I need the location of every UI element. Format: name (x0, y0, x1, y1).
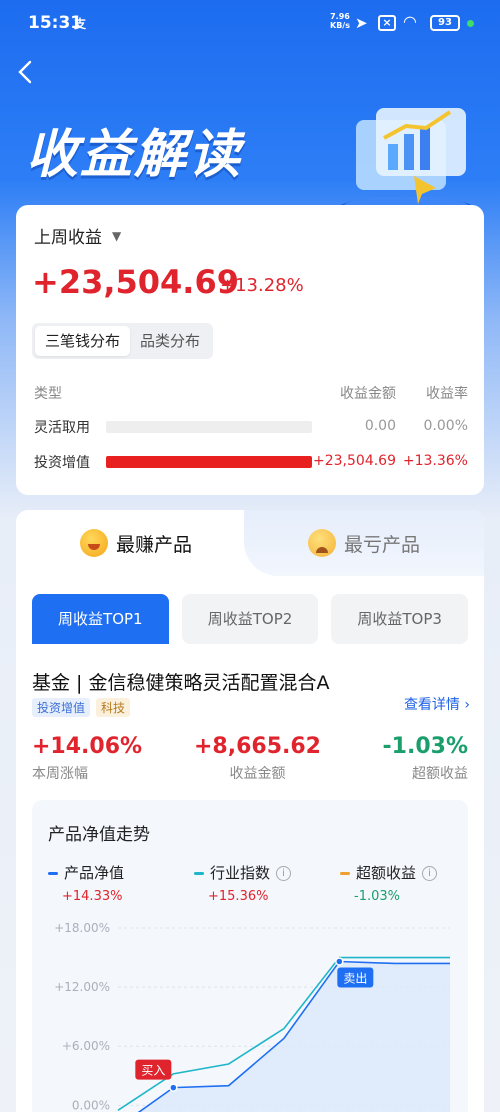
segment-three-funds[interactable]: 三笔钱分布 (35, 326, 131, 356)
earn-lose-tabs: 最赚产品 最亏产品 (16, 510, 484, 576)
info-icon[interactable]: i (422, 866, 438, 881)
view-details-label: 查看详情 (403, 697, 460, 713)
weekly-earnings-card: 上周收益 ▼ +23,504.69 +13.28% 三笔钱分布 品类分布 类型 … (16, 205, 484, 495)
row-amount: 0.00 (364, 418, 396, 434)
row-label: 投资增值 (34, 455, 90, 471)
sell-label: 卖出 (343, 972, 367, 986)
y-tick-label: +18.00% (54, 921, 110, 935)
row-bar (106, 421, 312, 433)
row-amount: +23,504.69 (313, 453, 396, 469)
net-speed: 7.96 KB/s (330, 12, 350, 30)
buy-point (169, 1083, 178, 1092)
legend-name: 产品净值 (64, 864, 125, 882)
y-tick-label: +12.00% (54, 980, 110, 994)
row-rate: 0.00% (423, 418, 468, 434)
legend-industry-index: 行业指数 i +15.36% (194, 862, 292, 904)
y-tick-label: 0.00% (72, 1098, 110, 1112)
stat-earnings-amount: +8,665.62 收益金额 (194, 734, 321, 783)
product-ranking-card: 最赚产品 最亏产品 周收益TOP1 周收益TOP2 周收益TOP3 基金 | 金… (16, 510, 484, 1112)
caret-down-icon: ▼ (112, 228, 122, 243)
legend-value: -1.03% (354, 889, 400, 904)
tab-top1[interactable]: 周收益TOP1 (32, 594, 169, 644)
alipay-status-icon: 支 (74, 17, 87, 31)
buy-label: 买入 (141, 1064, 165, 1078)
column-amount: 收益金额 (340, 386, 396, 402)
y-tick-label: +6.00% (62, 1039, 110, 1053)
info-icon[interactable]: i (276, 866, 292, 881)
legend-swatch (340, 872, 350, 875)
no-sim-icon: × (378, 15, 396, 31)
legend-name: 超额收益 (356, 864, 417, 882)
net-speed-unit: KB/s (330, 21, 350, 30)
tab-top-earning[interactable]: 最赚产品 (16, 510, 256, 576)
legend-product-nav: 产品净值 +14.33% (48, 862, 124, 904)
tag-investment: 投资增值 (32, 698, 91, 717)
back-button[interactable] (14, 58, 42, 86)
stat-weekly-gain: +14.06% 本周涨幅 (32, 734, 142, 783)
camera-indicator-dot (467, 20, 474, 27)
nav-trend-chart: +18.00% +12.00% +6.00% 0.00% 买入 卖出 (54, 921, 450, 1112)
happy-face-icon (79, 529, 108, 557)
total-earnings: +23,504.69 (32, 263, 239, 301)
table-row: 灵活取用 0.00 0.00% (34, 415, 468, 439)
chevron-left-icon (18, 60, 32, 84)
tab-top3[interactable]: 周收益TOP3 (331, 594, 469, 644)
legend-value: +15.36% (208, 889, 269, 904)
chevron-right-icon: › (464, 697, 470, 713)
row-bar-fill (106, 456, 312, 468)
net-speed-value: 7.96 (330, 12, 350, 21)
column-rate: 收益率 (426, 386, 468, 402)
rank-tabs: 周收益TOP1 周收益TOP2 周收益TOP3 (32, 594, 469, 644)
stat-value: +8,665.62 (194, 734, 321, 759)
tab-top-losing-label: 最亏产品 (343, 533, 420, 556)
area-fill (139, 961, 450, 1112)
row-bar (106, 456, 312, 468)
row-label: 灵活取用 (34, 420, 90, 436)
view-details-link[interactable]: 查看详情 › (404, 694, 470, 714)
distribution-segmented-control: 三笔钱分布 品类分布 (32, 323, 214, 359)
product-tags: 投资增值 科技 (32, 698, 131, 717)
legend-value: +14.33% (62, 889, 123, 904)
wifi-icon: ◠ (403, 12, 417, 31)
stat-label: 本周涨幅 (32, 766, 88, 782)
stat-label: 收益金额 (229, 766, 286, 782)
nav-trend-panel: 产品净值走势 产品净值 +14.33% 行业指数 i +15.36% 超额收益 i … (32, 800, 468, 1112)
table-row: 投资增值 +23,504.69 +13.36% (34, 450, 468, 474)
page-title: 收益解读 (26, 125, 243, 185)
battery-icon: 93 (430, 15, 460, 31)
tag-tech: 科技 (96, 698, 131, 717)
tab-top-earning-label: 最赚产品 (115, 533, 192, 556)
period-selector[interactable]: 上周收益 ▼ (34, 223, 121, 248)
stat-value: +14.06% (32, 734, 143, 759)
total-earnings-rate: +13.28% (220, 275, 304, 296)
tab-top-losing[interactable]: 最亏产品 (244, 510, 484, 576)
legend-name: 行业指数 (210, 864, 271, 882)
trend-title: 产品净值走势 (48, 825, 150, 845)
sad-face-icon (307, 529, 336, 557)
sell-point (335, 957, 344, 966)
product-name: 基金 | 金信稳健策略灵活配置混合A (32, 672, 330, 694)
location-icon: ➤ (355, 14, 368, 32)
stat-excess-return: -1.03% 超额收益 (383, 734, 468, 783)
segment-category[interactable]: 品类分布 (130, 326, 210, 356)
stat-value: -1.03% (382, 734, 468, 759)
period-label: 上周收益 (34, 228, 102, 248)
column-type: 类型 (34, 386, 62, 402)
legend-swatch (194, 872, 204, 875)
row-rate: +13.36% (402, 453, 468, 469)
legend-swatch (48, 872, 58, 875)
status-bar: 15:31 支 7.96 KB/s ➤ × ◠ 93 (0, 0, 500, 48)
legend-excess-return: 超额收益 i -1.03% (340, 862, 438, 904)
tab-top2[interactable]: 周收益TOP2 (181, 594, 319, 644)
stat-label: 超额收益 (412, 766, 468, 782)
